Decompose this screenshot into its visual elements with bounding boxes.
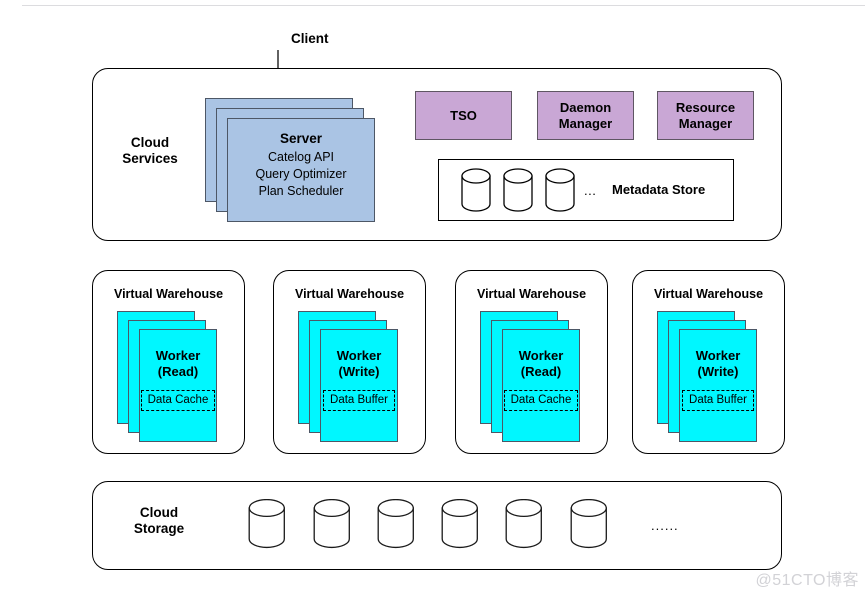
cloud-storage-label: Cloud Storage <box>133 505 185 537</box>
chip-tso[interactable]: TSO <box>415 91 512 140</box>
worker-stack-2[interactable]: Worker (Write) Data Buffer <box>298 311 398 442</box>
metadata-cylinder-icon <box>503 168 533 212</box>
server-stack[interactable]: Server Catelog API Query Optimizer Plan … <box>205 98 375 222</box>
worker-3-title: Worker (Read) <box>518 348 564 379</box>
virtual-warehouse-3-label: Virtual Warehouse <box>476 287 587 301</box>
client-label: Client <box>291 31 329 46</box>
worker-2-title: Worker (Write) <box>336 348 382 379</box>
virtual-warehouse-1-label: Virtual Warehouse <box>113 287 224 301</box>
cloud-services-label: Cloud Services <box>122 135 178 167</box>
cloud-storage-ellipsis: ...... <box>651 518 679 533</box>
cloud-storage-cylinder-icon <box>570 499 607 549</box>
virtual-warehouse-2-label: Virtual Warehouse <box>294 287 405 301</box>
metadata-store-label: Metadata Store <box>612 182 706 197</box>
cloud-storage-cylinder-icon <box>441 499 478 549</box>
site-watermark: @51CTO博客 <box>755 572 859 589</box>
diagram-canvas: Client Cloud Services Server Catelog API… <box>0 0 865 594</box>
chip-tso-label: TSO <box>450 107 477 123</box>
worker-stack-3[interactable]: Worker (Read) Data Cache <box>480 311 580 442</box>
top-divider-rule <box>22 5 865 6</box>
worker-card-2[interactable]: Worker (Write) Data Buffer <box>320 329 398 442</box>
metadata-store-ellipsis: ... <box>584 183 597 198</box>
metadata-cylinder-icon <box>545 168 575 212</box>
server-capabilities: Catelog API Query Optimizer Plan Schedul… <box>255 150 347 198</box>
worker-card-4[interactable]: Worker (Write) Data Buffer <box>679 329 757 442</box>
cloud-storage-cylinder-icon <box>505 499 542 549</box>
cloud-storage-cylinder-icon <box>313 499 350 549</box>
chip-resource-manager-label: Resource Manager <box>675 99 736 131</box>
server-title: Server <box>279 131 323 146</box>
worker-2-data-box: Data Buffer <box>323 390 395 412</box>
chip-daemon-manager-label: Daemon Manager <box>558 99 613 131</box>
worker-stack-4[interactable]: Worker (Write) Data Buffer <box>657 311 757 442</box>
worker-card-3[interactable]: Worker (Read) Data Cache <box>502 329 580 442</box>
cloud-storage-cylinder-icon <box>248 499 285 549</box>
worker-1-title: Worker (Read) <box>155 348 201 379</box>
chip-daemon-manager[interactable]: Daemon Manager <box>537 91 634 140</box>
cloud-storage-cylinder-icon <box>377 499 414 549</box>
metadata-cylinder-icon <box>461 168 491 212</box>
worker-3-data-box: Data Cache <box>503 390 579 412</box>
server-card[interactable]: Server Catelog API Query Optimizer Plan … <box>227 118 375 222</box>
worker-card-1[interactable]: Worker (Read) Data Cache <box>139 329 217 442</box>
worker-stack-1[interactable]: Worker (Read) Data Cache <box>117 311 217 442</box>
virtual-warehouse-4-label: Virtual Warehouse <box>653 287 764 301</box>
worker-4-title: Worker (Write) <box>695 348 741 379</box>
worker-1-data-box: Data Cache <box>140 390 216 412</box>
worker-4-data-box: Data Buffer <box>682 390 754 412</box>
chip-resource-manager[interactable]: Resource Manager <box>657 91 754 140</box>
